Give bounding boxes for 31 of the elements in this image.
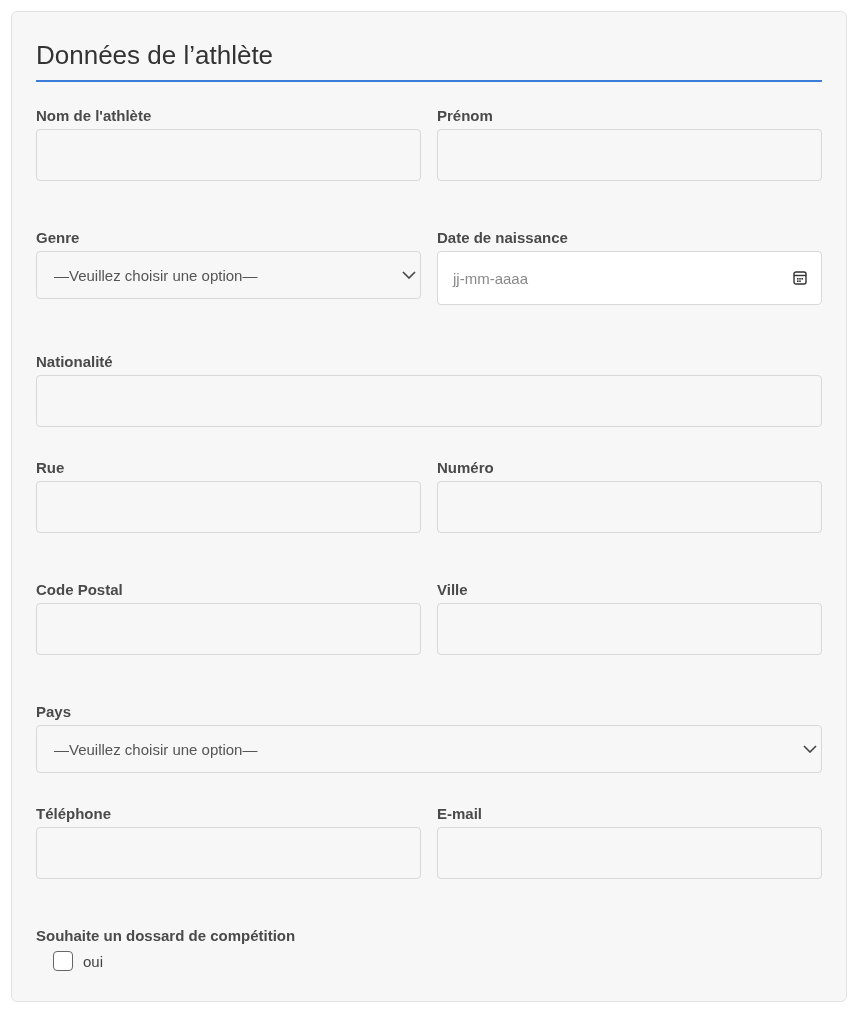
input-field[interactable] — [437, 481, 822, 533]
field-label: Nom de l'athlète — [36, 106, 152, 126]
field-label: Code Postal — [36, 580, 123, 600]
field-label: Date de naissance — [437, 228, 568, 248]
section-title: Données de l’athlète — [36, 38, 822, 82]
input-field[interactable] — [36, 603, 421, 655]
field-label: Pays — [36, 702, 72, 722]
date-field[interactable]: jj-mm-aaaa — [437, 251, 822, 305]
field-label: Ville — [437, 580, 468, 600]
calendar-icon[interactable] — [793, 271, 807, 285]
field-label: Téléphone — [36, 804, 111, 824]
checkbox-label[interactable]: oui — [83, 952, 104, 970]
field-label: E-mail — [437, 804, 482, 824]
input-field[interactable] — [36, 481, 421, 533]
field-label: Nationalité — [36, 352, 113, 372]
input-field[interactable] — [36, 129, 421, 181]
field-label: Rue — [36, 458, 65, 478]
input-field[interactable] — [437, 129, 822, 181]
input-field[interactable] — [437, 603, 822, 655]
input-field[interactable] — [36, 827, 421, 879]
input-field[interactable] — [437, 827, 822, 879]
select-field[interactable]: —Veuillez choisir une option— — [36, 251, 421, 299]
field-label: Numéro — [437, 458, 494, 478]
checkbox[interactable] — [53, 951, 73, 971]
select-field[interactable]: —Veuillez choisir une option— — [36, 725, 822, 773]
field-label: Genre — [36, 228, 80, 248]
chevron-down-icon — [803, 745, 817, 753]
field-label: Prénom — [437, 106, 493, 126]
chevron-down-icon — [402, 271, 416, 279]
input-field[interactable] — [36, 375, 822, 427]
field-label: Souhaite un dossard de compétition — [36, 926, 296, 946]
